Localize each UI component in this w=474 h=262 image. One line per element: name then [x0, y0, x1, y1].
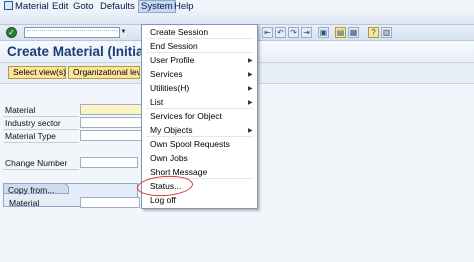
- command-field-underline: [27, 30, 117, 31]
- create-session-icon[interactable]: ▣: [318, 27, 329, 38]
- copy-material-input[interactable]: [80, 197, 140, 208]
- submenu-arrow-icon: ▶: [248, 128, 253, 134]
- menu-item-my-objects[interactable]: My Objects: [150, 125, 193, 135]
- organizational-levels-button[interactable]: Organizational level: [68, 66, 140, 79]
- generate-shortcut-icon[interactable]: ▦: [348, 27, 359, 38]
- change-number-input[interactable]: [80, 157, 138, 168]
- menu-item-user-profile[interactable]: User Profile: [150, 55, 194, 65]
- menu-divider: [146, 38, 254, 39]
- material-type-select[interactable]: [80, 130, 142, 141]
- command-dropdown-arrow-icon[interactable]: ▼: [119, 27, 127, 38]
- industry-sector-select[interactable]: [80, 117, 142, 128]
- next-page-icon[interactable]: ↷: [288, 27, 299, 38]
- menu-item-services[interactable]: Services: [150, 69, 183, 79]
- menu-item-log-off[interactable]: Log off: [150, 195, 176, 205]
- menu-system[interactable]: System: [138, 0, 176, 13]
- window-top-strip: [0, 0, 474, 10]
- page-title: Create Material (Initial: [7, 44, 148, 59]
- last-page-icon[interactable]: ⇥: [301, 27, 312, 38]
- menu-item-create-session[interactable]: Create Session: [150, 27, 208, 37]
- submenu-arrow-icon: ▶: [248, 72, 253, 78]
- help-icon[interactable]: ?: [368, 27, 379, 38]
- layout-icon[interactable]: ▤: [335, 27, 346, 38]
- submenu-arrow-icon: ▶: [248, 58, 253, 64]
- select-views-button[interactable]: Select view(s): [8, 66, 66, 79]
- menu-bar: [0, 10, 474, 25]
- sap-window-icon[interactable]: [4, 1, 13, 10]
- copy-from-label: Copy from...: [8, 185, 55, 195]
- menu-divider: [146, 136, 254, 137]
- previous-page-icon[interactable]: ↶: [275, 27, 286, 38]
- material-label-underline: [3, 116, 79, 117]
- change-number-underline: [3, 169, 79, 170]
- submenu-arrow-icon: ▶: [248, 86, 253, 92]
- menu-material[interactable]: Material: [15, 1, 49, 12]
- menu-defaults[interactable]: Defaults: [100, 1, 135, 12]
- menu-divider: [146, 108, 254, 109]
- menu-divider: [146, 52, 254, 53]
- change-number-label: Change Number: [5, 158, 68, 168]
- first-page-icon[interactable]: ⇤: [262, 27, 273, 38]
- industry-sector-label: Industry sector: [5, 118, 61, 128]
- enter-check-icon[interactable]: ✓: [6, 27, 17, 38]
- menu-item-services-for-object[interactable]: Services for Object: [150, 111, 222, 121]
- customize-layout-icon[interactable]: ▥: [381, 27, 392, 38]
- menu-help[interactable]: Help: [174, 1, 194, 12]
- copy-material-label: Material: [9, 198, 40, 208]
- submenu-arrow-icon: ▶: [248, 100, 253, 106]
- menu-item-own-jobs[interactable]: Own Jobs: [150, 153, 188, 163]
- menu-item-list[interactable]: List: [150, 97, 163, 107]
- industry-sector-underline: [3, 129, 79, 130]
- material-input[interactable]: [80, 104, 142, 115]
- menu-item-own-spool-requests[interactable]: Own Spool Requests: [150, 139, 230, 149]
- menu-item-end-session[interactable]: End Session: [150, 41, 198, 51]
- command-field[interactable]: [24, 27, 127, 38]
- material-type-underline: [3, 142, 79, 143]
- menu-item-utilities[interactable]: Utilities(H): [150, 83, 189, 93]
- menu-edit[interactable]: Edit: [52, 1, 68, 12]
- material-type-label: Material Type: [5, 131, 56, 141]
- menu-goto[interactable]: Goto: [73, 1, 94, 12]
- material-label: Material: [5, 105, 36, 115]
